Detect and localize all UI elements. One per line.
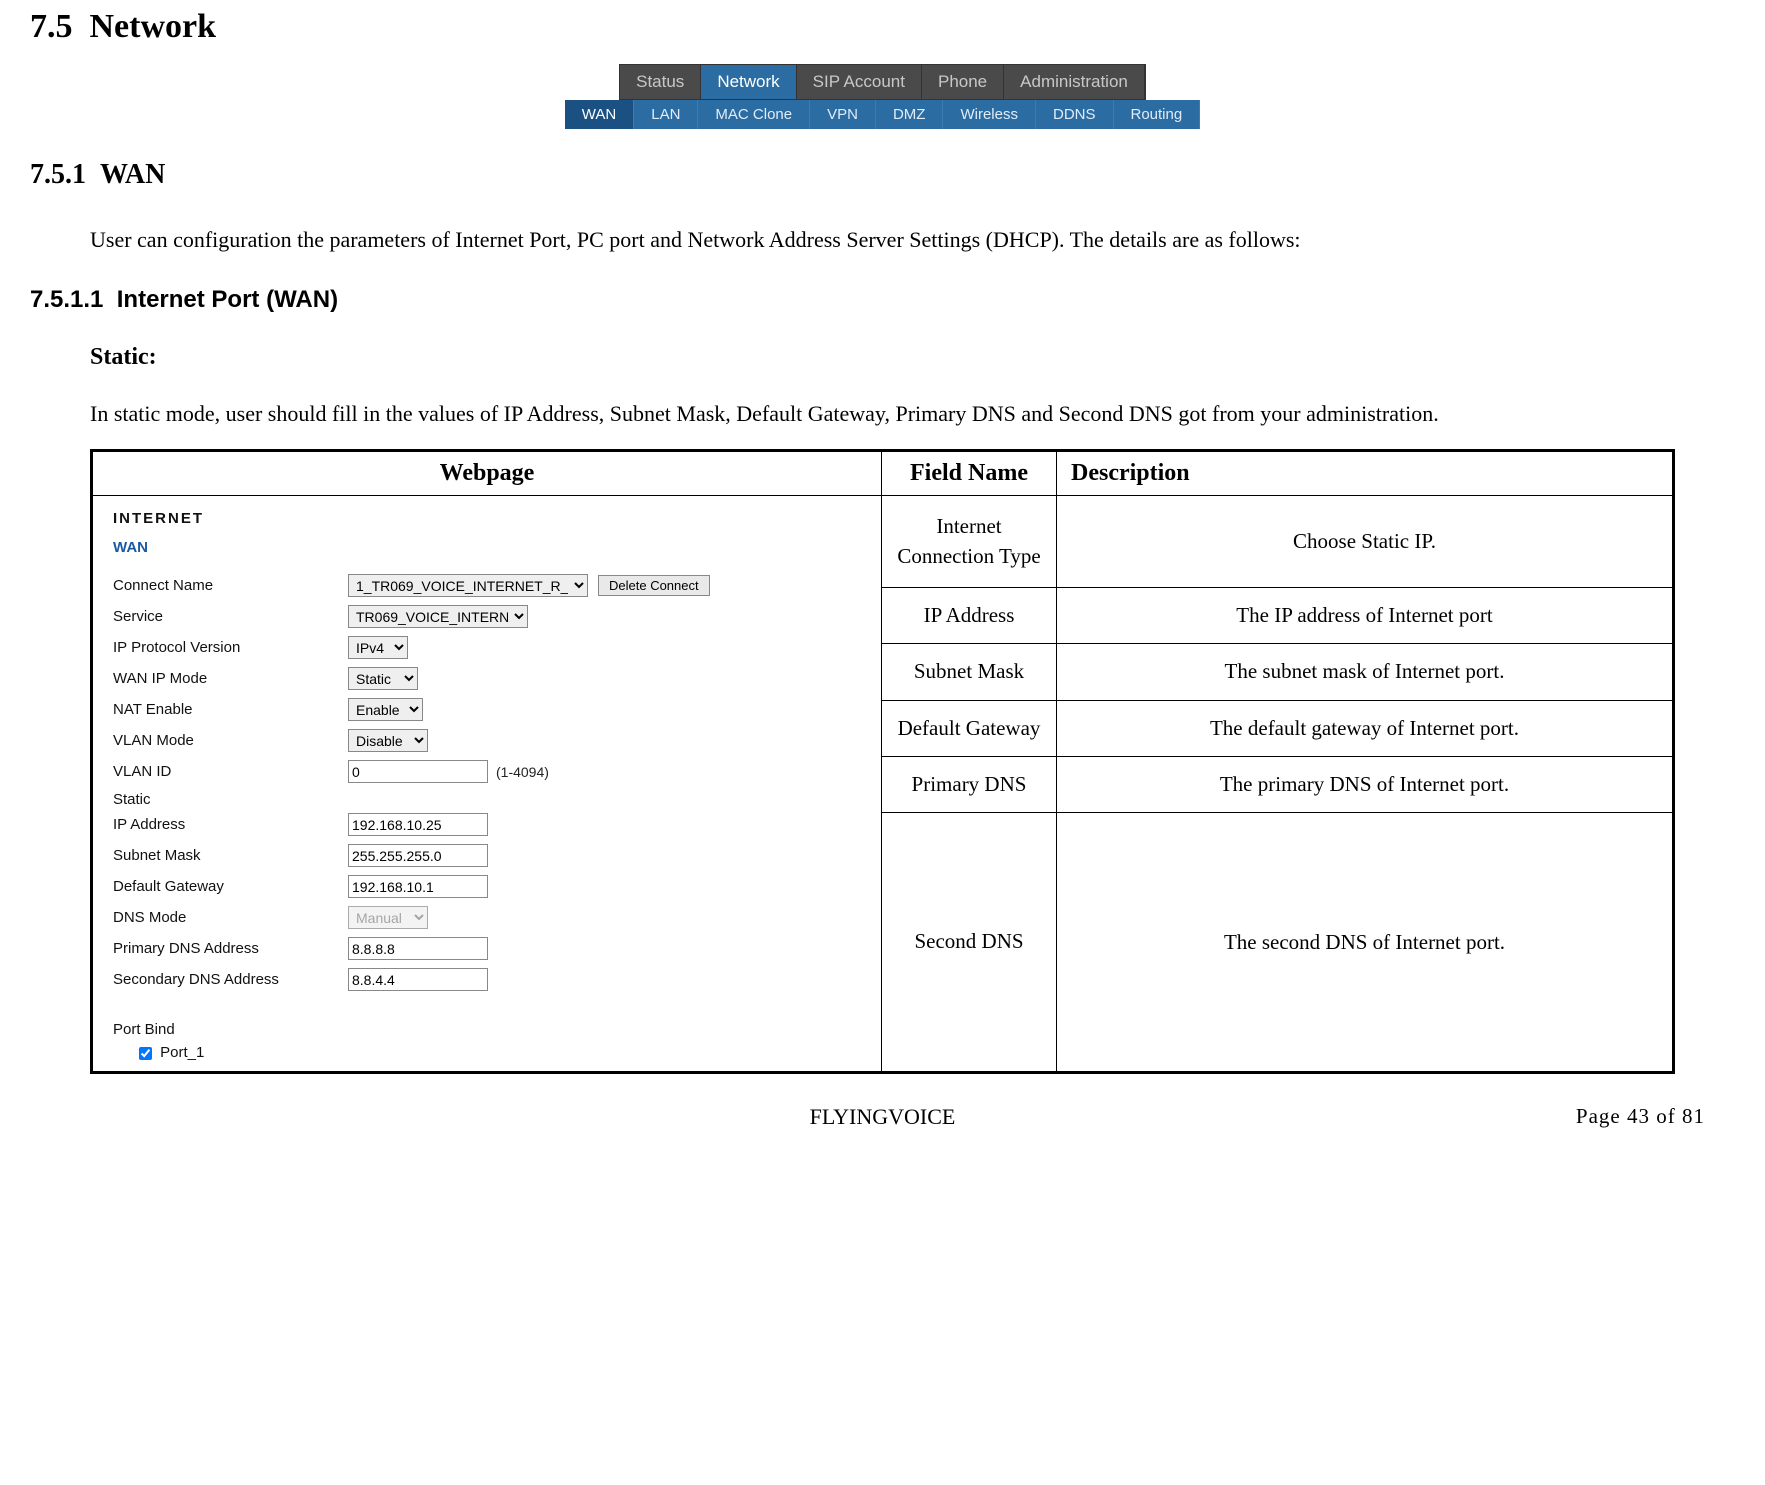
tab-network[interactable]: Network — [701, 65, 796, 99]
dns-mode-select: Manual — [348, 906, 428, 929]
col-header-description: Description — [1057, 451, 1674, 496]
col-header-field: Field Name — [882, 451, 1057, 496]
nat-enable-select[interactable]: Enable — [348, 698, 423, 721]
static-mode-paragraph: In static mode, user should fill in the … — [90, 389, 1735, 440]
subsection-number: 7.5.1 — [30, 159, 86, 190]
label-service: Service — [113, 608, 348, 625]
nav-figure: Status Network SIP Account Phone Adminis… — [30, 64, 1735, 129]
section-heading: 7.5 Network — [30, 8, 1735, 46]
label-connect-name: Connect Name — [113, 577, 348, 594]
subtab-mac-clone[interactable]: MAC Clone — [698, 100, 810, 129]
ip-address-input[interactable] — [348, 813, 488, 836]
label-wan-ip-mode: WAN IP Mode — [113, 670, 348, 687]
connect-name-select[interactable]: 1_TR069_VOICE_INTERNET_R_VID_ — [348, 574, 588, 597]
ip-protocol-select[interactable]: IPv4 — [348, 636, 408, 659]
field-description-table: Webpage Field Name Description INTERNET … — [90, 449, 1675, 1074]
desc-second-dns: The second DNS of Internet port. — [1057, 813, 1674, 1073]
vlan-id-input[interactable] — [348, 760, 488, 783]
subtab-dmz[interactable]: DMZ — [876, 100, 944, 129]
label-dns-mode: DNS Mode — [113, 909, 348, 926]
label-subnet-mask: Subnet Mask — [113, 847, 348, 864]
label-ip-address: IP Address — [113, 816, 348, 833]
tab-status[interactable]: Status — [620, 65, 701, 99]
section-title: Network — [90, 8, 217, 45]
default-gateway-input[interactable] — [348, 875, 488, 898]
label-primary-dns: Primary DNS Address — [113, 940, 348, 957]
label-secondary-dns: Secondary DNS Address — [113, 971, 348, 988]
service-select[interactable]: TR069_VOICE_INTERNET — [348, 605, 528, 628]
static-mode-label: Static: — [90, 344, 1735, 371]
col-header-webpage: Webpage — [92, 451, 882, 496]
field-ip-address: IP Address — [882, 588, 1057, 644]
primary-dns-input[interactable] — [348, 937, 488, 960]
footer-brand: FLYINGVOICE — [810, 1104, 956, 1130]
desc-default-gateway: The default gateway of Internet port. — [1057, 700, 1674, 756]
label-vlan-id: VLAN ID — [113, 763, 348, 780]
desc-subnet-mask: The subnet mask of Internet port. — [1057, 644, 1674, 700]
tabs-secondary: WAN LAN MAC Clone VPN DMZ Wireless DDNS … — [565, 100, 1200, 129]
port-1-checkbox[interactable] — [139, 1047, 152, 1060]
vlan-mode-select[interactable]: Disable — [348, 729, 428, 752]
subsubsection-number: 7.5.1.1 — [30, 286, 103, 313]
field-internet-connection-type: Internet Connection Type — [882, 496, 1057, 588]
subtab-routing[interactable]: Routing — [1114, 100, 1201, 129]
subsection-title: WAN — [100, 159, 165, 190]
subsubsection-heading: 7.5.1.1 Internet Port (WAN) — [30, 286, 1735, 314]
delete-connect-button[interactable]: Delete Connect — [598, 575, 710, 596]
label-vlan-mode: VLAN Mode — [113, 732, 348, 749]
subtab-vpn[interactable]: VPN — [810, 100, 876, 129]
field-subnet-mask: Subnet Mask — [882, 644, 1057, 700]
label-nat-enable: NAT Enable — [113, 701, 348, 718]
subtab-lan[interactable]: LAN — [634, 100, 698, 129]
field-primary-dns: Primary DNS — [882, 756, 1057, 812]
subtab-wan[interactable]: WAN — [565, 100, 634, 129]
subsection-intro: User can configuration the parameters of… — [90, 215, 1735, 266]
footer-page-number: Page 43 of 81 — [1576, 1104, 1705, 1129]
field-default-gateway: Default Gateway — [882, 700, 1057, 756]
tab-administration[interactable]: Administration — [1004, 65, 1145, 99]
page-footer: FLYINGVOICE Page 43 of 81 — [30, 1104, 1735, 1130]
subnet-mask-input[interactable] — [348, 844, 488, 867]
tabs-primary: Status Network SIP Account Phone Adminis… — [619, 64, 1146, 100]
form-header-internet: INTERNET — [113, 510, 871, 527]
subtab-wireless[interactable]: Wireless — [943, 100, 1036, 129]
tab-sip-account[interactable]: SIP Account — [797, 65, 922, 99]
desc-internet-connection-type: Choose Static IP. — [1057, 496, 1674, 588]
subtab-ddns[interactable]: DDNS — [1036, 100, 1114, 129]
desc-primary-dns: The primary DNS of Internet port. — [1057, 756, 1674, 812]
wan-ip-mode-select[interactable]: Static — [348, 667, 418, 690]
webpage-screenshot-cell: INTERNET WAN Connect Name 1_TR069_VOICE_… — [92, 496, 882, 1073]
form-header-wan: WAN — [113, 539, 871, 556]
tab-phone[interactable]: Phone — [922, 65, 1004, 99]
secondary-dns-input[interactable] — [348, 968, 488, 991]
label-port-bind: Port Bind — [113, 1021, 871, 1038]
subsubsection-title: Internet Port (WAN) — [117, 286, 338, 313]
vlan-id-hint: (1-4094) — [496, 764, 549, 780]
label-default-gateway: Default Gateway — [113, 878, 348, 895]
static-subheader: Static — [113, 791, 871, 808]
section-number: 7.5 — [30, 8, 73, 45]
field-second-dns: Second DNS — [882, 813, 1057, 1073]
port-1-label: Port_1 — [160, 1044, 204, 1061]
subsection-heading: 7.5.1 WAN — [30, 159, 1735, 191]
label-ip-protocol: IP Protocol Version — [113, 639, 348, 656]
desc-ip-address: The IP address of Internet port — [1057, 588, 1674, 644]
